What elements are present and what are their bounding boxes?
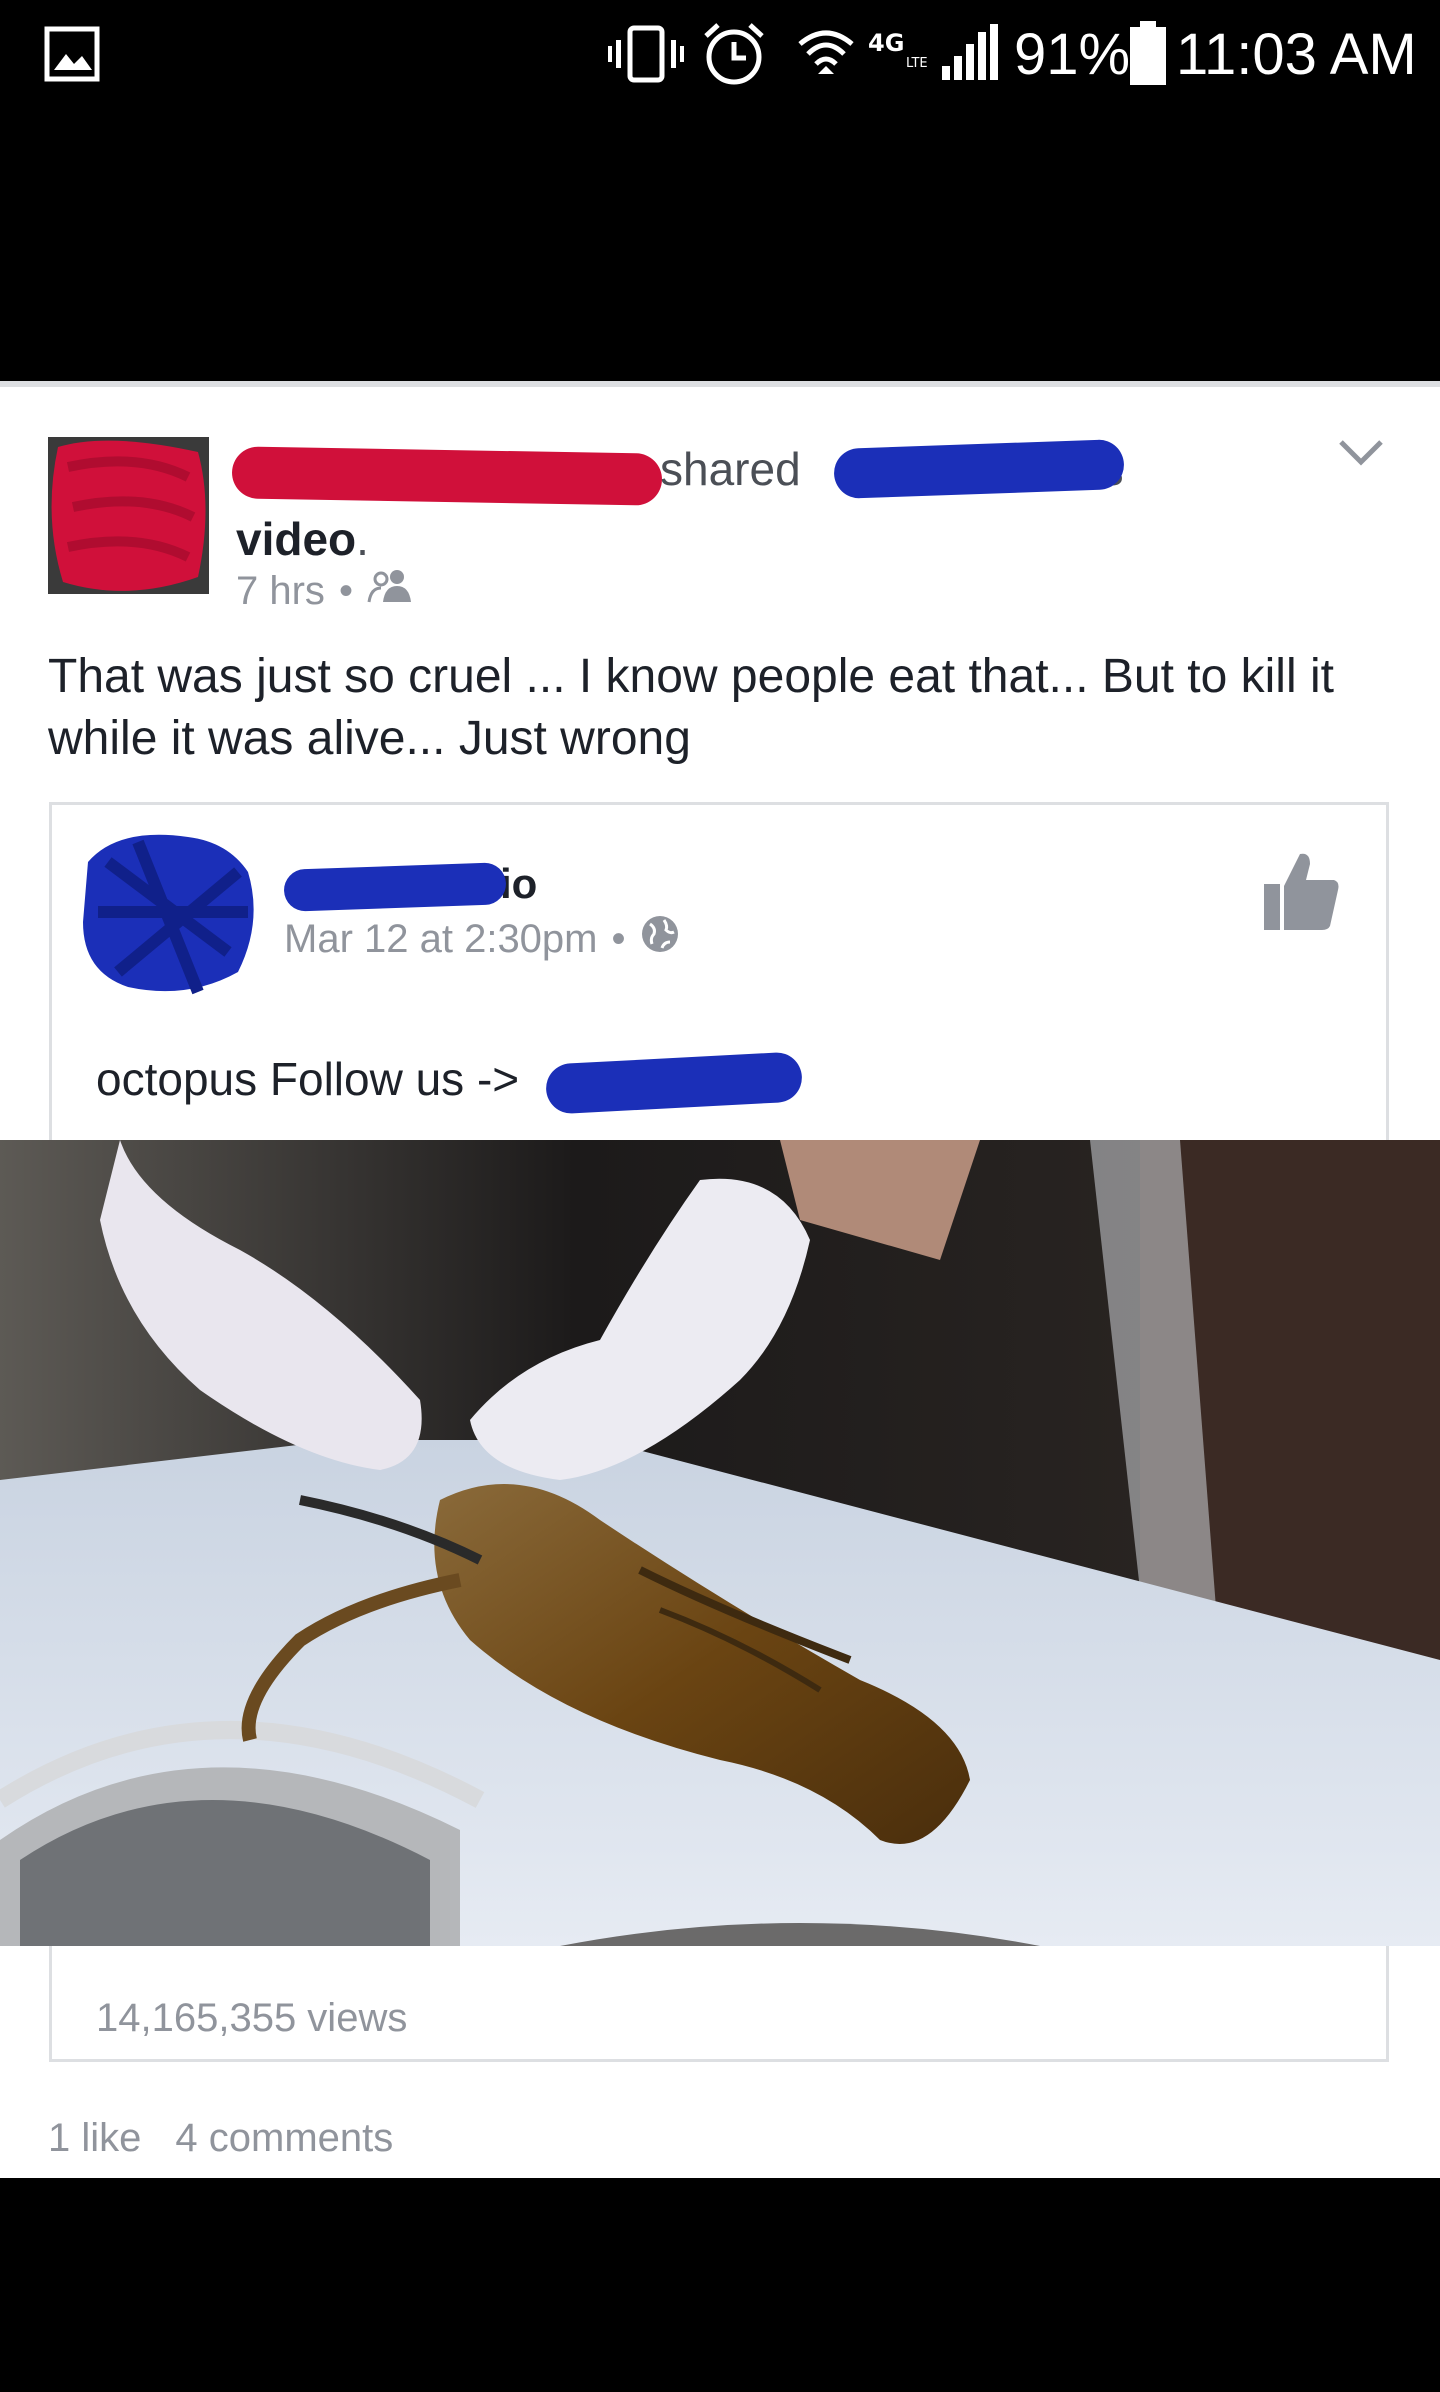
divider bbox=[0, 381, 1440, 387]
video-views: 14,165,355 views bbox=[96, 1996, 408, 2040]
battery-icon bbox=[1128, 14, 1168, 94]
likes-count[interactable]: 1 like bbox=[48, 2116, 141, 2160]
meta-separator: • bbox=[611, 916, 626, 961]
vibrate-icon bbox=[608, 14, 684, 94]
clock: 11:03 AM bbox=[1176, 21, 1417, 87]
alarm-icon bbox=[700, 14, 768, 94]
header-period: . bbox=[356, 513, 369, 565]
author-avatar[interactable] bbox=[48, 437, 209, 594]
post-stats: 1 like 4 comments bbox=[48, 2116, 393, 2161]
battery-percent: 91% bbox=[1014, 21, 1131, 87]
signal-icon bbox=[940, 14, 1000, 94]
shared-date[interactable]: Mar 12 at 2:30pm bbox=[284, 917, 598, 962]
video-player[interactable] bbox=[0, 1140, 1440, 1946]
post-timestamp[interactable]: 7 hrs bbox=[236, 569, 325, 614]
shared-caption: octopus Follow us -> bbox=[96, 1053, 520, 1105]
shared-owner-redaction[interactable] bbox=[833, 438, 1125, 500]
shared-action: shared bbox=[660, 443, 801, 495]
shared-author-redaction[interactable] bbox=[283, 862, 507, 912]
chevron-down-icon[interactable] bbox=[1338, 438, 1384, 468]
4g-lte-icon: 4G LTE bbox=[866, 8, 936, 88]
post-meta: 7 hrs • bbox=[236, 568, 415, 614]
globe-icon bbox=[640, 914, 680, 964]
svg-text:LTE: LTE bbox=[906, 56, 928, 71]
comments-count[interactable]: 4 comments bbox=[175, 2116, 393, 2160]
post-text: That was just so cruel ... I know people… bbox=[48, 650, 1334, 765]
shared-author-avatar[interactable] bbox=[78, 822, 268, 997]
like-page-icon[interactable] bbox=[1264, 850, 1340, 934]
wifi-icon bbox=[796, 14, 856, 94]
gallery-icon bbox=[44, 14, 100, 94]
author-name-redaction[interactable] bbox=[231, 446, 663, 506]
video-link[interactable]: video bbox=[236, 513, 356, 565]
friends-icon bbox=[367, 568, 415, 614]
shared-meta: Mar 12 at 2:30pm • bbox=[284, 914, 680, 964]
svg-text:4G: 4G bbox=[868, 29, 904, 57]
meta-separator: • bbox=[338, 568, 353, 613]
status-bar: 4G LTE 91% 11:03 AM bbox=[0, 0, 1440, 110]
video-thumbnail bbox=[0, 1140, 1440, 1946]
